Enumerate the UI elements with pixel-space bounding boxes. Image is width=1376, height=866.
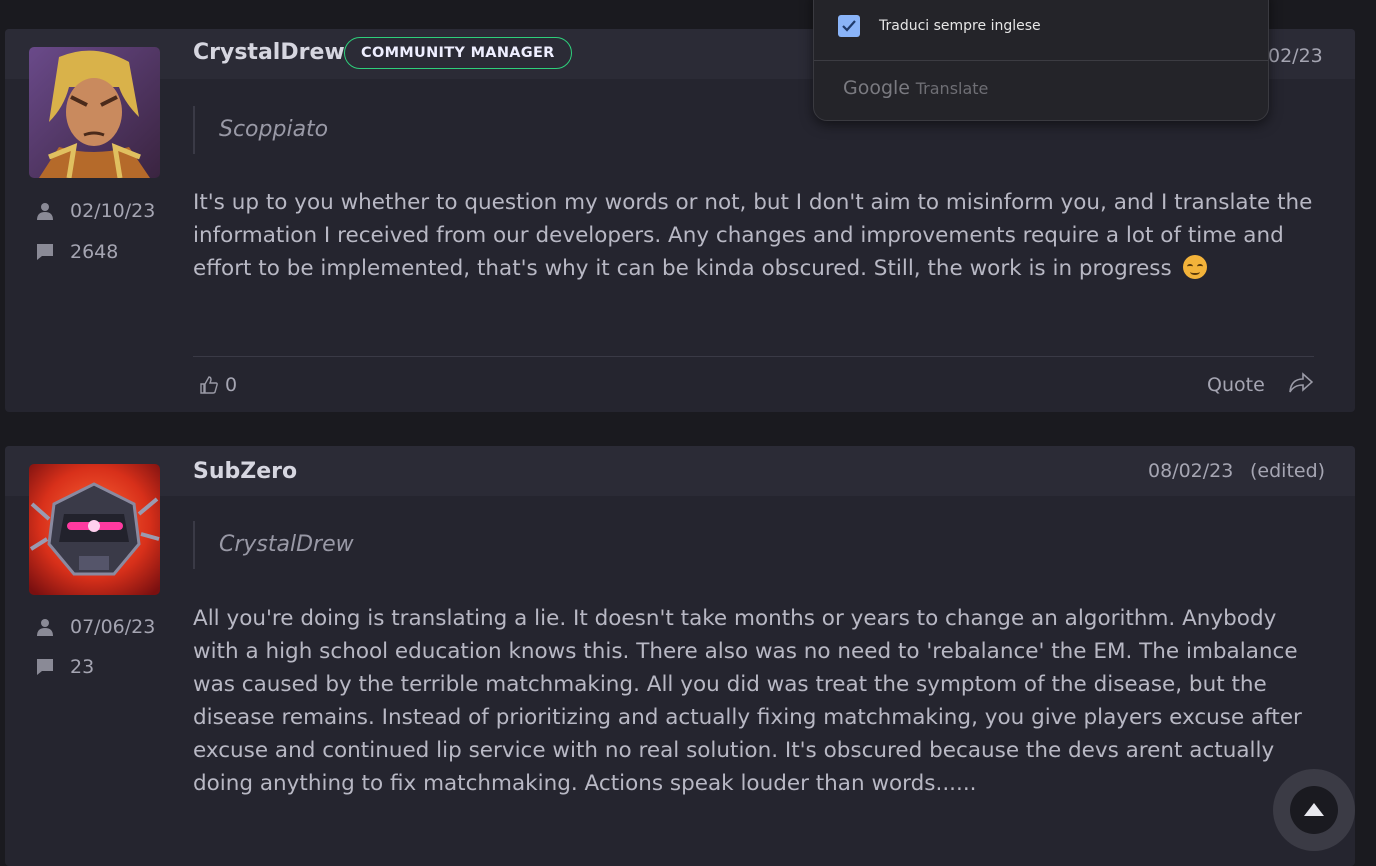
author-name[interactable]: SubZero — [193, 459, 297, 484]
author-name[interactable]: CrystalDrew — [193, 40, 345, 65]
forum-post: 07/06/23 23 SubZero 08/02/23 (edited) Cr… — [5, 446, 1355, 866]
divider — [193, 356, 1314, 357]
post-body: All you're doing is translating a lie. I… — [193, 606, 1302, 796]
post-count-value: 23 — [70, 656, 95, 678]
smiley-icon — [1182, 255, 1207, 279]
post-count: 23 — [36, 656, 94, 678]
share-icon[interactable] — [1289, 372, 1313, 394]
post-count-value: 2648 — [70, 241, 119, 263]
post-date: 08/02/23 — [1148, 460, 1234, 482]
quote-button[interactable]: Quote — [1207, 374, 1265, 396]
join-date-value: 02/10/23 — [70, 200, 156, 222]
scroll-to-top-button[interactable] — [1273, 769, 1355, 851]
join-date: 07/06/23 — [36, 616, 155, 638]
check-icon — [842, 20, 856, 32]
google-translate-logo: Google Translate — [843, 77, 988, 99]
edited-label: (edited) — [1250, 460, 1326, 482]
always-translate-label: Traduci sempre inglese — [879, 18, 1041, 34]
comment-icon — [37, 244, 53, 260]
post-date: 02/23 — [1268, 45, 1323, 67]
user-icon — [37, 619, 53, 636]
post-body-text: It's up to you whether to question my wo… — [193, 190, 1313, 281]
translate-popup: Traduci sempre inglese Google Translate — [813, 0, 1269, 121]
role-badge: COMMUNITY MANAGER — [344, 37, 572, 69]
join-date-value: 07/06/23 — [70, 616, 156, 638]
arrow-up-icon — [1304, 803, 1324, 816]
comment-icon — [37, 659, 53, 675]
like-count: 0 — [225, 374, 238, 396]
join-date: 02/10/23 — [36, 200, 155, 222]
divider — [814, 60, 1268, 61]
scroll-to-top-inner — [1290, 786, 1338, 834]
avatar[interactable] — [29, 47, 160, 178]
avatar[interactable] — [29, 464, 160, 595]
post-body: It's up to you whether to question my wo… — [193, 186, 1313, 285]
always-translate-checkbox[interactable] — [838, 15, 860, 37]
google-wordmark: Google — [843, 77, 911, 99]
like-button[interactable]: 0 — [199, 374, 237, 396]
quoted-author[interactable]: CrystalDrew — [193, 521, 354, 569]
post-count: 2648 — [36, 241, 118, 263]
always-translate-option[interactable]: Traduci sempre inglese — [838, 15, 1041, 37]
thumbs-up-icon — [200, 376, 218, 394]
user-icon — [37, 203, 53, 220]
quoted-author[interactable]: Scoppiato — [193, 106, 328, 154]
translate-wordmark: Translate — [915, 79, 989, 98]
